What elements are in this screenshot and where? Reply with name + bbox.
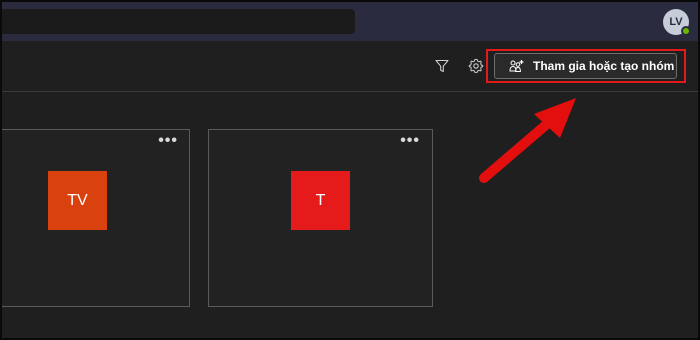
gear-icon [468, 58, 484, 73]
join-or-create-team-label: Tham gia hoặc tạo nhóm [533, 59, 675, 73]
presence-available-icon [681, 26, 691, 36]
more-options-icon[interactable]: ••• [400, 133, 420, 149]
filter-button[interactable] [431, 55, 453, 77]
title-bar: LV [2, 2, 698, 41]
team-avatar-tile: TV [48, 171, 107, 230]
arrow-annotation [479, 98, 576, 183]
avatar-initials: LV [669, 16, 683, 28]
settings-button[interactable] [465, 55, 487, 77]
join-or-create-team-button[interactable]: Tham gia hoặc tạo nhóm [494, 53, 677, 79]
teams-toolbar: Tham gia hoặc tạo nhóm [2, 41, 698, 92]
team-avatar-tile: T [291, 171, 350, 230]
search-input[interactable] [2, 9, 355, 34]
teams-window: LV Tham gia hoặc tạo nhóm ••• TV ••• T [0, 0, 700, 340]
team-card[interactable]: ••• TV [2, 129, 190, 307]
team-card[interactable]: ••• T [208, 129, 433, 307]
more-options-icon[interactable]: ••• [158, 133, 178, 149]
avatar[interactable]: LV [663, 9, 691, 36]
filter-icon [435, 59, 449, 73]
people-add-icon [509, 60, 524, 72]
